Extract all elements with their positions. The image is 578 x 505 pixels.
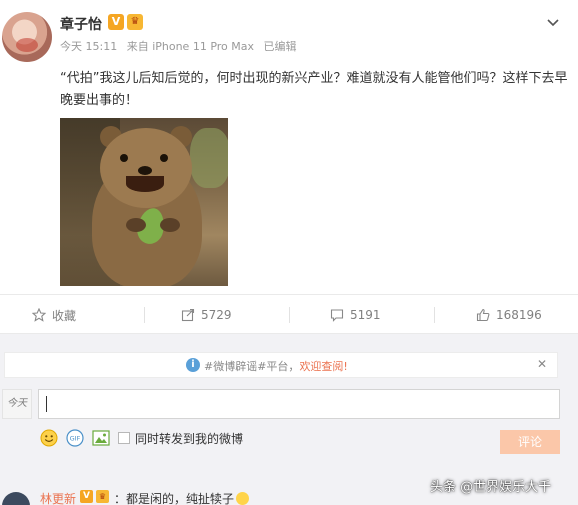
repost-checkbox-label[interactable]: 同时转发到我的微博 <box>135 430 243 447</box>
comment-icon <box>330 309 344 322</box>
post-edited-label: 已编辑 <box>263 40 297 53</box>
info-icon: i <box>186 358 200 372</box>
post-meta: 今天 15:11 来自 iPhone 11 Pro Max 已编辑 <box>60 38 303 54</box>
thumbs-up-icon <box>476 308 490 322</box>
vip-crown-icon: ♛ <box>127 14 143 30</box>
gif-icon: GIF <box>66 429 84 447</box>
post-action-bar: 收藏 5729 5191 168196 <box>0 294 578 334</box>
notice-prefix[interactable]: #微博辟谣#平台， <box>204 360 299 373</box>
text-caret <box>46 396 47 412</box>
comment-input[interactable] <box>38 389 560 419</box>
emoji-button[interactable] <box>40 429 58 447</box>
current-user-avatar: 今天 <box>2 389 32 419</box>
like-count: 168196 <box>496 308 542 322</box>
notice-banner: i #微博辟谣#平台，欢迎查阅! ✕ <box>4 352 558 378</box>
notice-link[interactable]: 欢迎查阅! <box>299 360 347 373</box>
username[interactable]: 章子怡 <box>60 14 102 34</box>
watermark: 头条 @世界娱乐大千 <box>430 480 552 495</box>
repost-icon <box>181 308 195 322</box>
post-text: “代拍”我这儿后知后觉的，何时出现的新兴产业？难道就没有人能管他们吗？这样下去早… <box>60 71 568 108</box>
gif-button[interactable]: GIF <box>66 429 84 447</box>
post-image-quokka[interactable] <box>60 118 228 286</box>
emoji-icon <box>40 429 58 447</box>
like-button[interactable]: 168196 <box>476 295 542 335</box>
commenter-name[interactable]: 林更新 <box>40 490 76 505</box>
comment-count: 5191 <box>350 308 381 322</box>
weibo-post: 章子怡 V ♛ 今天 15:11 来自 iPhone 11 Pro Max 已编… <box>0 0 578 294</box>
image-button[interactable] <box>92 429 110 447</box>
verified-badge-icon: V <box>80 490 93 503</box>
comment-text: ：都是闲的，纯扯犊子 <box>114 490 250 505</box>
image-icon <box>92 430 110 446</box>
svg-text:GIF: GIF <box>70 435 81 443</box>
repost-checkbox[interactable] <box>118 432 130 444</box>
comment-text-content: ：都是闲的，纯扯犊子 <box>114 492 235 505</box>
post-time[interactable]: 今天 15:11 <box>60 40 117 53</box>
user-avatar[interactable] <box>2 12 52 62</box>
submit-comment-button[interactable]: 评论 <box>500 430 560 454</box>
favorite-label: 收藏 <box>52 308 77 323</box>
comment-tools: GIF 同时转发到我的微博 <box>40 428 243 448</box>
post-source: 来自 iPhone 11 Pro Max <box>126 40 255 53</box>
emoji-icon <box>236 492 250 505</box>
notice-text: #微博辟谣#平台，欢迎查阅! <box>204 358 348 374</box>
commenter-avatar[interactable] <box>2 492 30 505</box>
favorite-button[interactable]: 收藏 <box>32 295 76 335</box>
star-icon <box>32 308 46 322</box>
chevron-down-icon[interactable] <box>545 16 561 32</box>
verified-badge-icon: V <box>108 14 124 30</box>
repost-button[interactable]: 5729 <box>181 295 232 335</box>
repost-count: 5729 <box>201 308 232 322</box>
vip-crown-icon: ♛ <box>96 490 109 503</box>
close-icon[interactable]: ✕ <box>535 357 549 371</box>
comment-button[interactable]: 5191 <box>330 295 381 335</box>
